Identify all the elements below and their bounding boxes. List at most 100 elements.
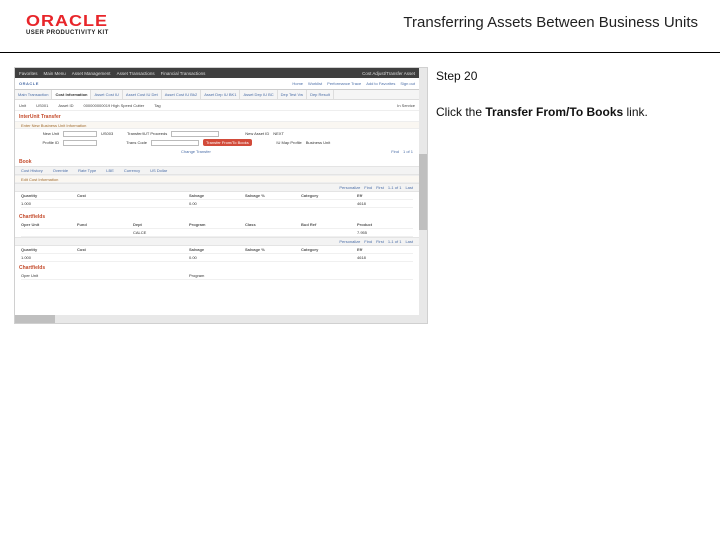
cf-cell[interactable] (301, 229, 357, 237)
section-new-bu-info: Enter New Business Unit Information (15, 121, 419, 129)
nav-link[interactable]: Add to Favorites (366, 81, 395, 86)
cf-cell[interactable]: Oper Unit (21, 272, 77, 280)
cell[interactable]: 1.000 (21, 200, 77, 208)
find-link[interactable]: Find (364, 239, 372, 244)
cf-cell[interactable] (189, 229, 245, 237)
cf-cell[interactable] (133, 272, 189, 280)
horizontal-scroll-thumb[interactable] (15, 315, 55, 323)
change-transfer-link[interactable]: Change Transfer (181, 149, 211, 154)
section-chartfields: Chartfields (15, 211, 419, 221)
cell[interactable] (301, 254, 357, 262)
col-eff: Eff (357, 192, 413, 200)
bc-item[interactable]: Cost Adjust/Transfer Asset (362, 71, 415, 76)
tab-asset-dep-iu-bk1[interactable]: Asset Dep IU BK1 (201, 90, 240, 99)
cf-cell[interactable] (301, 272, 357, 280)
nav-link[interactable]: Home (292, 81, 303, 86)
last-link[interactable]: Last (405, 239, 413, 244)
personalize-link[interactable]: Personalize (339, 185, 360, 190)
cell[interactable] (77, 200, 133, 208)
tab-dep-test-vw[interactable]: Dep Test Vw (278, 90, 307, 99)
nav-link[interactable]: Worklist (308, 81, 322, 86)
cf-cell[interactable] (77, 272, 133, 280)
cell[interactable]: 0.00 (189, 200, 245, 208)
cost-grid2-row: 1.000 0.00 4618 (15, 254, 419, 262)
col (133, 246, 189, 254)
cf-cell[interactable]: Program (189, 272, 245, 280)
profile-input[interactable] (63, 140, 97, 146)
find-link[interactable]: Find (391, 149, 399, 154)
proceeds-label: Transfer/IUT Proceeds (117, 131, 167, 136)
cell[interactable] (245, 200, 301, 208)
tab-dep-result[interactable]: Dep Result (307, 90, 334, 99)
cell[interactable]: 4618 (357, 254, 413, 262)
asset-label: Asset ID (58, 103, 73, 108)
unit-value: US001 (36, 103, 48, 108)
transcode-select[interactable] (151, 140, 199, 146)
tag-label: Tag (154, 103, 160, 108)
cf-col: Program (189, 221, 245, 229)
cell[interactable] (301, 200, 357, 208)
cf-cell[interactable] (245, 272, 301, 280)
first-link[interactable]: First (376, 185, 384, 190)
cf-cell[interactable] (245, 229, 301, 237)
tab-asset-cost-iu-bk2[interactable]: Asset Cost IU Bk2 (162, 90, 201, 99)
cost-grid-row: 1.000 0.00 4618 (15, 200, 419, 208)
tab-cost-information[interactable]: Cost Information (52, 90, 91, 99)
col: Salvage (189, 246, 245, 254)
bc-item[interactable]: Favorites (19, 71, 38, 76)
bc-item[interactable]: Financial Transactions (161, 71, 206, 76)
cf-col: Class (245, 221, 301, 229)
last-link[interactable]: Last (405, 185, 413, 190)
bc-item[interactable]: Main Menu (44, 71, 66, 76)
transfer-from-to-books-button[interactable]: Transfer From/To Books (203, 139, 252, 146)
step-label: Step 20 (436, 69, 680, 83)
tab-asset-cost-iu-det[interactable]: Asset Cost IU Det (123, 90, 162, 99)
section-edit-cost-info: Edit Cost Information (15, 175, 419, 183)
col-cost: Cost (77, 192, 133, 200)
find-link[interactable]: Find (364, 185, 372, 190)
dep-label: LBE (106, 168, 114, 173)
tab-main-transaction[interactable]: Main Transaction (15, 90, 52, 99)
col-salvage: Salvage (189, 192, 245, 200)
horizontal-scrollbar[interactable] (15, 315, 419, 323)
tab-strip: Main Transaction Cost Information Asset … (15, 90, 419, 100)
cell[interactable] (77, 254, 133, 262)
cost-history-link[interactable]: Cost History (21, 168, 43, 173)
cell[interactable]: 1.000 (21, 254, 77, 262)
cell[interactable]: 4618 (357, 200, 413, 208)
col: Category (301, 246, 357, 254)
cell[interactable]: 0.00 (189, 254, 245, 262)
proceeds-select[interactable] (171, 131, 219, 137)
first-link[interactable]: First (376, 239, 384, 244)
tab-asset-cost-iu[interactable]: Asset Cost IU (91, 90, 122, 99)
cf-cell[interactable] (357, 272, 413, 280)
bc-item[interactable]: Asset Transactions (117, 71, 155, 76)
currency-value: US Dollar (150, 168, 167, 173)
cf-cell[interactable]: 7.955 (357, 229, 413, 237)
col-blank (133, 192, 189, 200)
cf-cell[interactable] (77, 229, 133, 237)
cf-cell[interactable]: CALCE (133, 229, 189, 237)
rate-type-label: Rate Type (78, 168, 96, 173)
personalize-link[interactable]: Personalize (339, 239, 360, 244)
app-screenshot: Favorites Main Menu Asset Management Ass… (14, 67, 428, 324)
profile-label: Profile ID (21, 140, 59, 145)
transcode-label: Trans Code (101, 140, 147, 145)
new-unit-input[interactable] (63, 131, 97, 137)
nav-link[interactable]: Performance Trace (327, 81, 361, 86)
bc-item[interactable]: Asset Management (72, 71, 111, 76)
col-quantity: Quantity (21, 192, 77, 200)
new-asset-value: NEXT (273, 131, 284, 136)
cf-cell[interactable] (21, 229, 77, 237)
cf-col: Dept (133, 221, 189, 229)
nav-link[interactable]: Sign out (400, 81, 415, 86)
cell[interactable] (133, 200, 189, 208)
brand-block: ORACLE USER PRODUCTIVITY KIT (26, 14, 109, 36)
tab-asset-dep-iu-bc[interactable]: Asset Dep IU BC (240, 90, 277, 99)
cell[interactable] (245, 254, 301, 262)
cf-col: Fund (77, 221, 133, 229)
vertical-scroll-thumb[interactable] (419, 154, 427, 230)
pager-range: 1-1 of 1 (388, 239, 402, 244)
cost-grid-toolbar: Personalize Find First 1-1 of 1 Last (15, 183, 419, 192)
cell[interactable] (133, 254, 189, 262)
